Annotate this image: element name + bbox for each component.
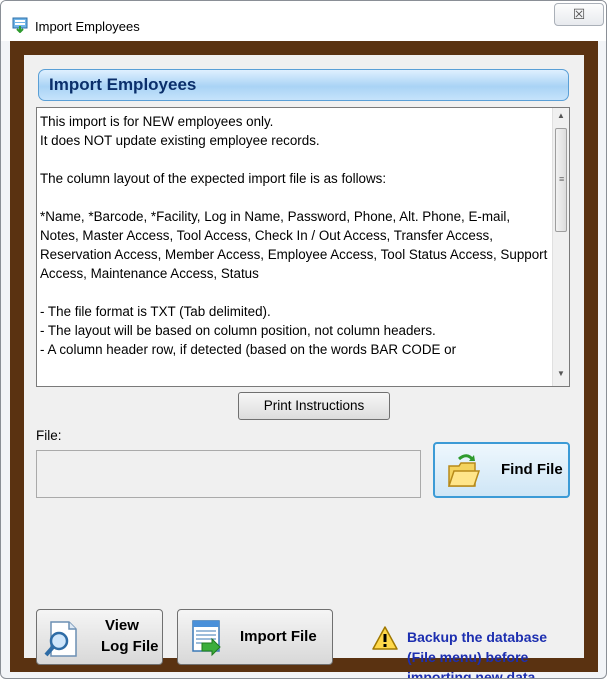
section-title: Import Employees [49,75,197,94]
scroll-down-arrow-icon[interactable]: ▼ [553,369,569,383]
file-label: File: [36,428,62,443]
view-log-label-line1: View [105,617,139,634]
warning-line-3: importing new data [407,669,536,679]
backup-warning-text: Backup the database (File menu) before i… [407,627,567,679]
title-bar[interactable]: Import Employees ☒ [1,1,606,41]
section-header: Import Employees [38,69,569,101]
open-folder-icon [447,454,481,487]
instructions-textbox[interactable]: This import is for NEW employees only. I… [36,107,570,387]
warning-icon [372,626,398,650]
content-frame: Import Employees This import is for NEW … [10,41,598,678]
print-instructions-button[interactable]: Print Instructions [238,392,390,420]
view-log-file-button[interactable]: View Log File [36,609,163,665]
warning-line-2: (File menu) before [407,649,529,665]
scroll-thumb[interactable]: ≡ [555,128,567,232]
scroll-up-arrow-icon[interactable]: ▲ [553,111,569,125]
find-file-label: Find File [501,461,563,478]
magnifier-document-icon [44,621,77,657]
instructions-text: This import is for NEW employees only. I… [40,114,548,357]
app-icon [12,17,28,33]
import-file-button[interactable]: Import File [177,609,333,665]
vertical-scrollbar[interactable]: ▲ ≡ ▼ [552,108,569,386]
find-file-button[interactable]: Find File [433,442,570,498]
import-table-icon [192,620,221,657]
view-log-label-line2: Log File [101,638,159,655]
file-path-field[interactable] [36,450,421,498]
close-icon: ☒ [572,6,586,22]
window-title: Import Employees [35,19,140,34]
import-file-label: Import File [240,628,317,645]
content-panel: Import Employees This import is for NEW … [24,55,584,678]
grip-icon: ≡ [559,174,565,184]
close-button[interactable]: ☒ [554,3,604,26]
import-employees-window: Import Employees ☒ Import Employees This… [0,0,607,679]
warning-line-1: Backup the database [407,629,548,645]
